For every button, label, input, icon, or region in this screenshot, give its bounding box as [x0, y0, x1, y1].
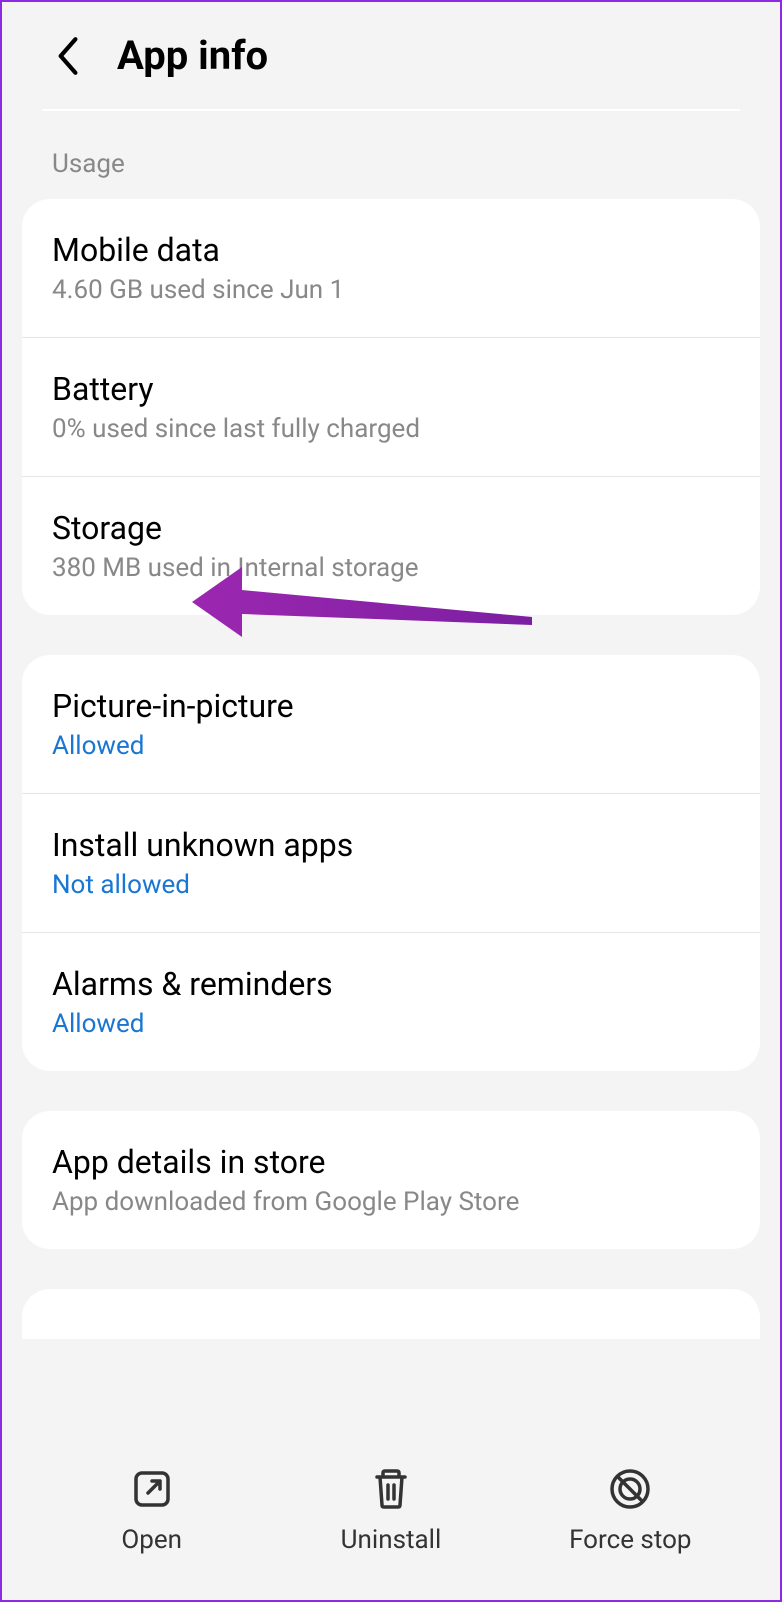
spacer-card — [22, 1289, 760, 1339]
open-button[interactable]: Open — [62, 1465, 242, 1555]
page-title: App info — [117, 32, 268, 79]
battery-item[interactable]: Battery 0% used since last fully charged — [22, 337, 760, 476]
uninstall-label: Uninstall — [341, 1525, 442, 1555]
alarms-item[interactable]: Alarms & reminders Allowed — [22, 932, 760, 1071]
mobile-data-title: Mobile data — [52, 231, 730, 269]
store-item[interactable]: App details in store App downloaded from… — [22, 1111, 760, 1249]
back-icon[interactable] — [52, 35, 82, 77]
trash-icon — [367, 1465, 415, 1513]
pip-title: Picture-in-picture — [52, 687, 730, 725]
alarms-status: Allowed — [52, 1009, 730, 1039]
force-stop-label: Force stop — [569, 1525, 691, 1555]
header: App info — [2, 2, 780, 109]
storage-item[interactable]: Storage 380 MB used in Internal storage — [22, 476, 760, 615]
mobile-data-item[interactable]: Mobile data 4.60 GB used since Jun 1 — [22, 199, 760, 337]
uninstall-button[interactable]: Uninstall — [301, 1465, 481, 1555]
store-subtitle: App downloaded from Google Play Store — [52, 1187, 730, 1217]
stop-icon — [606, 1465, 654, 1513]
unknown-apps-item[interactable]: Install unknown apps Not allowed — [22, 793, 760, 932]
battery-title: Battery — [52, 370, 730, 408]
store-title: App details in store — [52, 1143, 730, 1181]
alarms-title: Alarms & reminders — [52, 965, 730, 1003]
usage-card: Mobile data 4.60 GB used since Jun 1 Bat… — [22, 199, 760, 615]
pip-item[interactable]: Picture-in-picture Allowed — [22, 655, 760, 793]
open-icon — [128, 1465, 176, 1513]
storage-subtitle: 380 MB used in Internal storage — [52, 553, 730, 583]
pip-status: Allowed — [52, 731, 730, 761]
storage-title: Storage — [52, 509, 730, 547]
force-stop-button[interactable]: Force stop — [540, 1465, 720, 1555]
battery-subtitle: 0% used since last fully charged — [52, 414, 730, 444]
usage-section-label: Usage — [2, 111, 780, 199]
unknown-apps-status: Not allowed — [52, 870, 730, 900]
mobile-data-subtitle: 4.60 GB used since Jun 1 — [52, 275, 730, 305]
bottom-bar: Open Uninstall Force stop — [2, 1440, 780, 1600]
open-label: Open — [121, 1525, 182, 1555]
store-card: App details in store App downloaded from… — [22, 1111, 760, 1249]
unknown-apps-title: Install unknown apps — [52, 826, 730, 864]
permissions-card: Picture-in-picture Allowed Install unkno… — [22, 655, 760, 1071]
